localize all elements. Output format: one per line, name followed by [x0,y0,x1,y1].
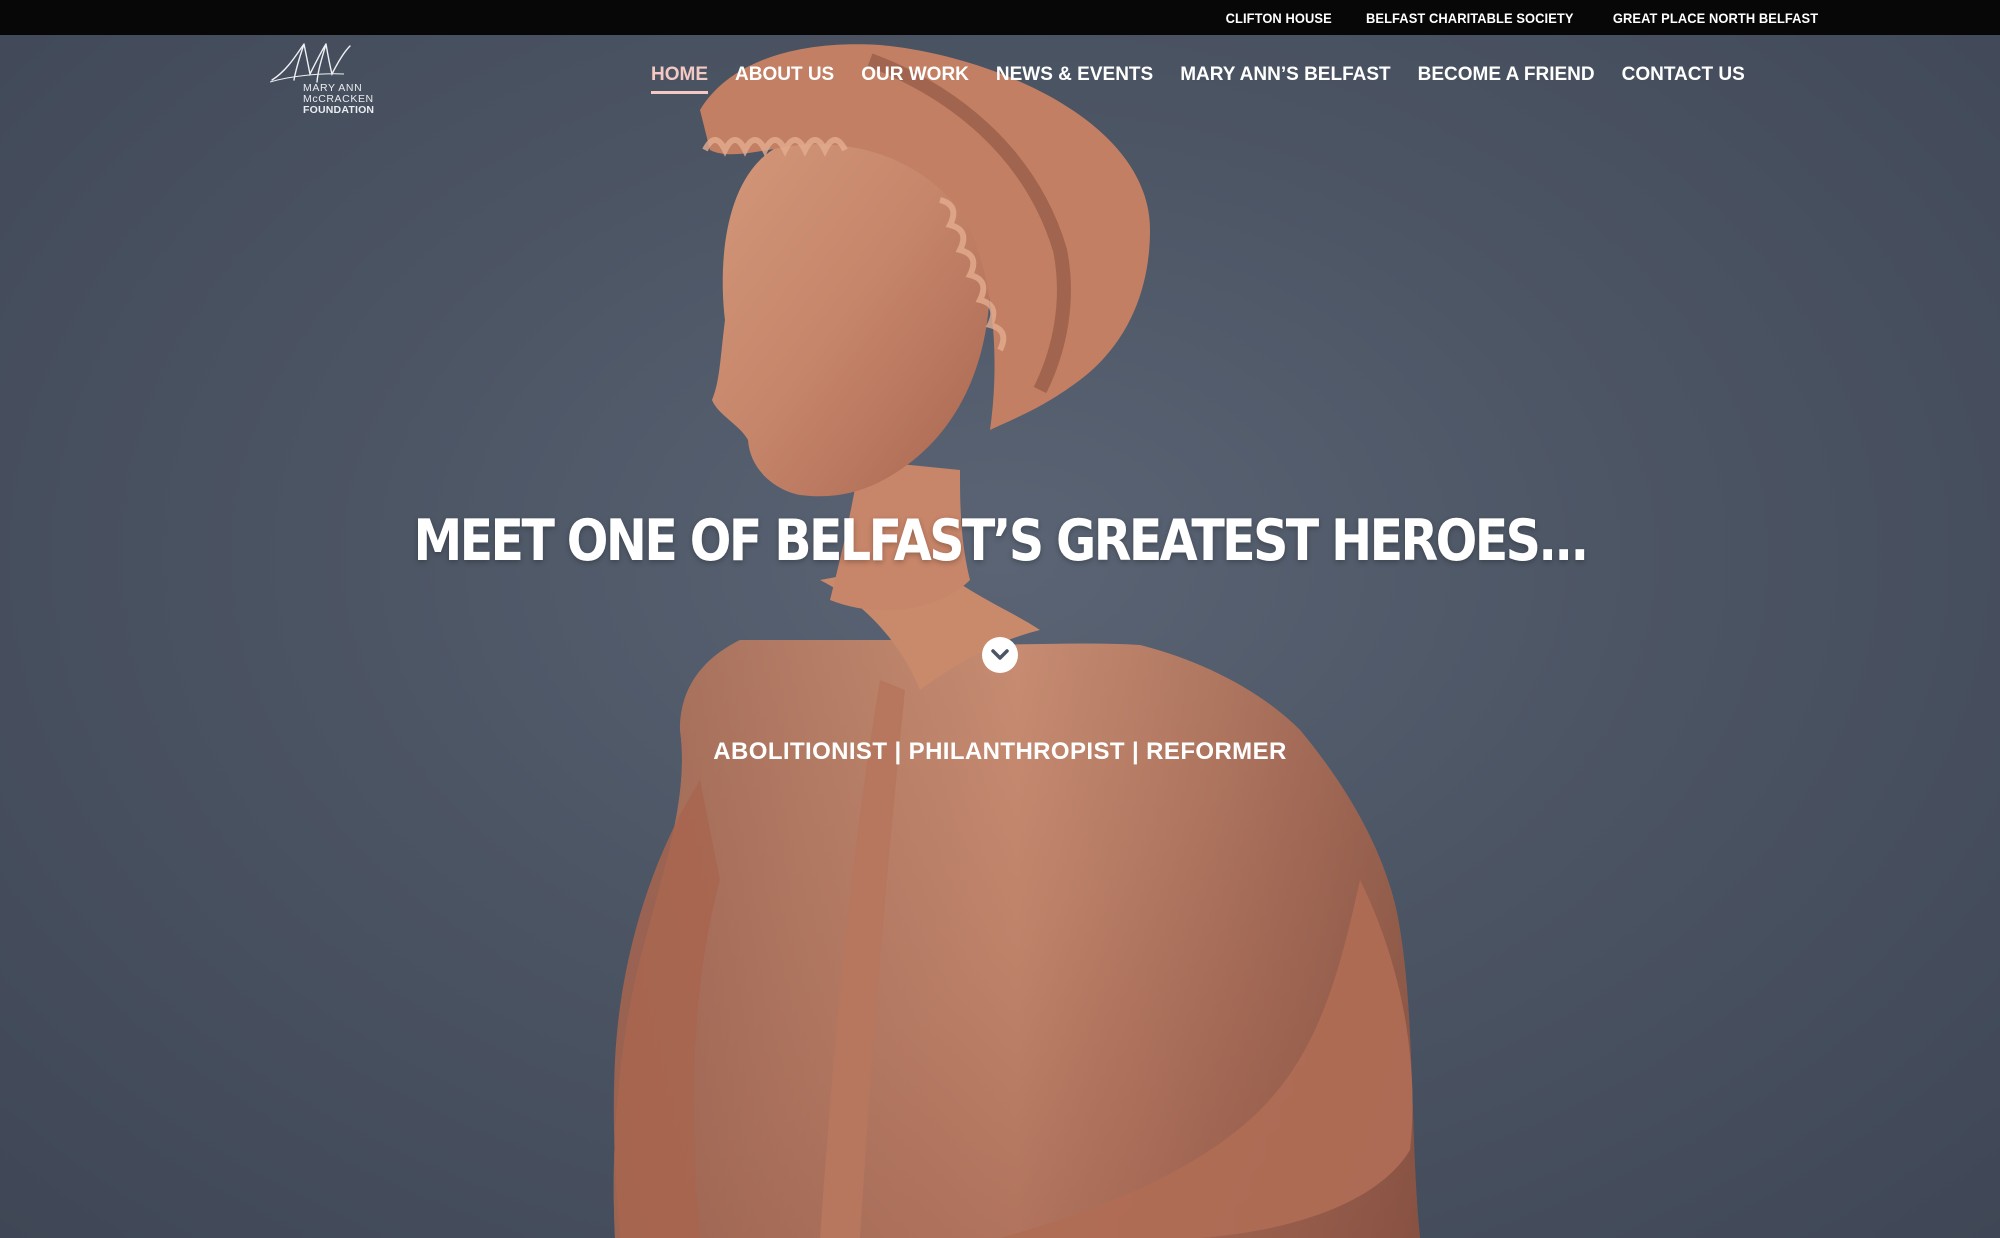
nav-item-become-a-friend[interactable]: BECOME A FRIEND [1418,64,1595,86]
nav-item-news-events[interactable]: NEWS & EVENTS [996,64,1153,86]
chevron-down-icon [991,649,1009,660]
nav-item-about-us[interactable]: ABOUT US [735,64,834,86]
statue-image [613,44,1420,1238]
nav-item-home[interactable]: HOME [651,64,708,94]
scroll-down-button[interactable] [982,637,1018,673]
nav-item-mary-anns-belfast[interactable]: MARY ANN’S BELFAST [1180,64,1390,86]
main-nav: HOME ABOUT US OUR WORK NEWS & EVENTS MAR… [651,64,1772,94]
hero-title: MEET ONE OF BELFAST’S GREATEST HEROES... [413,508,1589,574]
nav-item-contact-us[interactable]: CONTACT US [1622,64,1745,86]
hero-subtitle: ABOLITIONIST | PHILANTHROPIST | REFORMER [713,738,1287,765]
nav-item-our-work[interactable]: OUR WORK [861,64,969,86]
